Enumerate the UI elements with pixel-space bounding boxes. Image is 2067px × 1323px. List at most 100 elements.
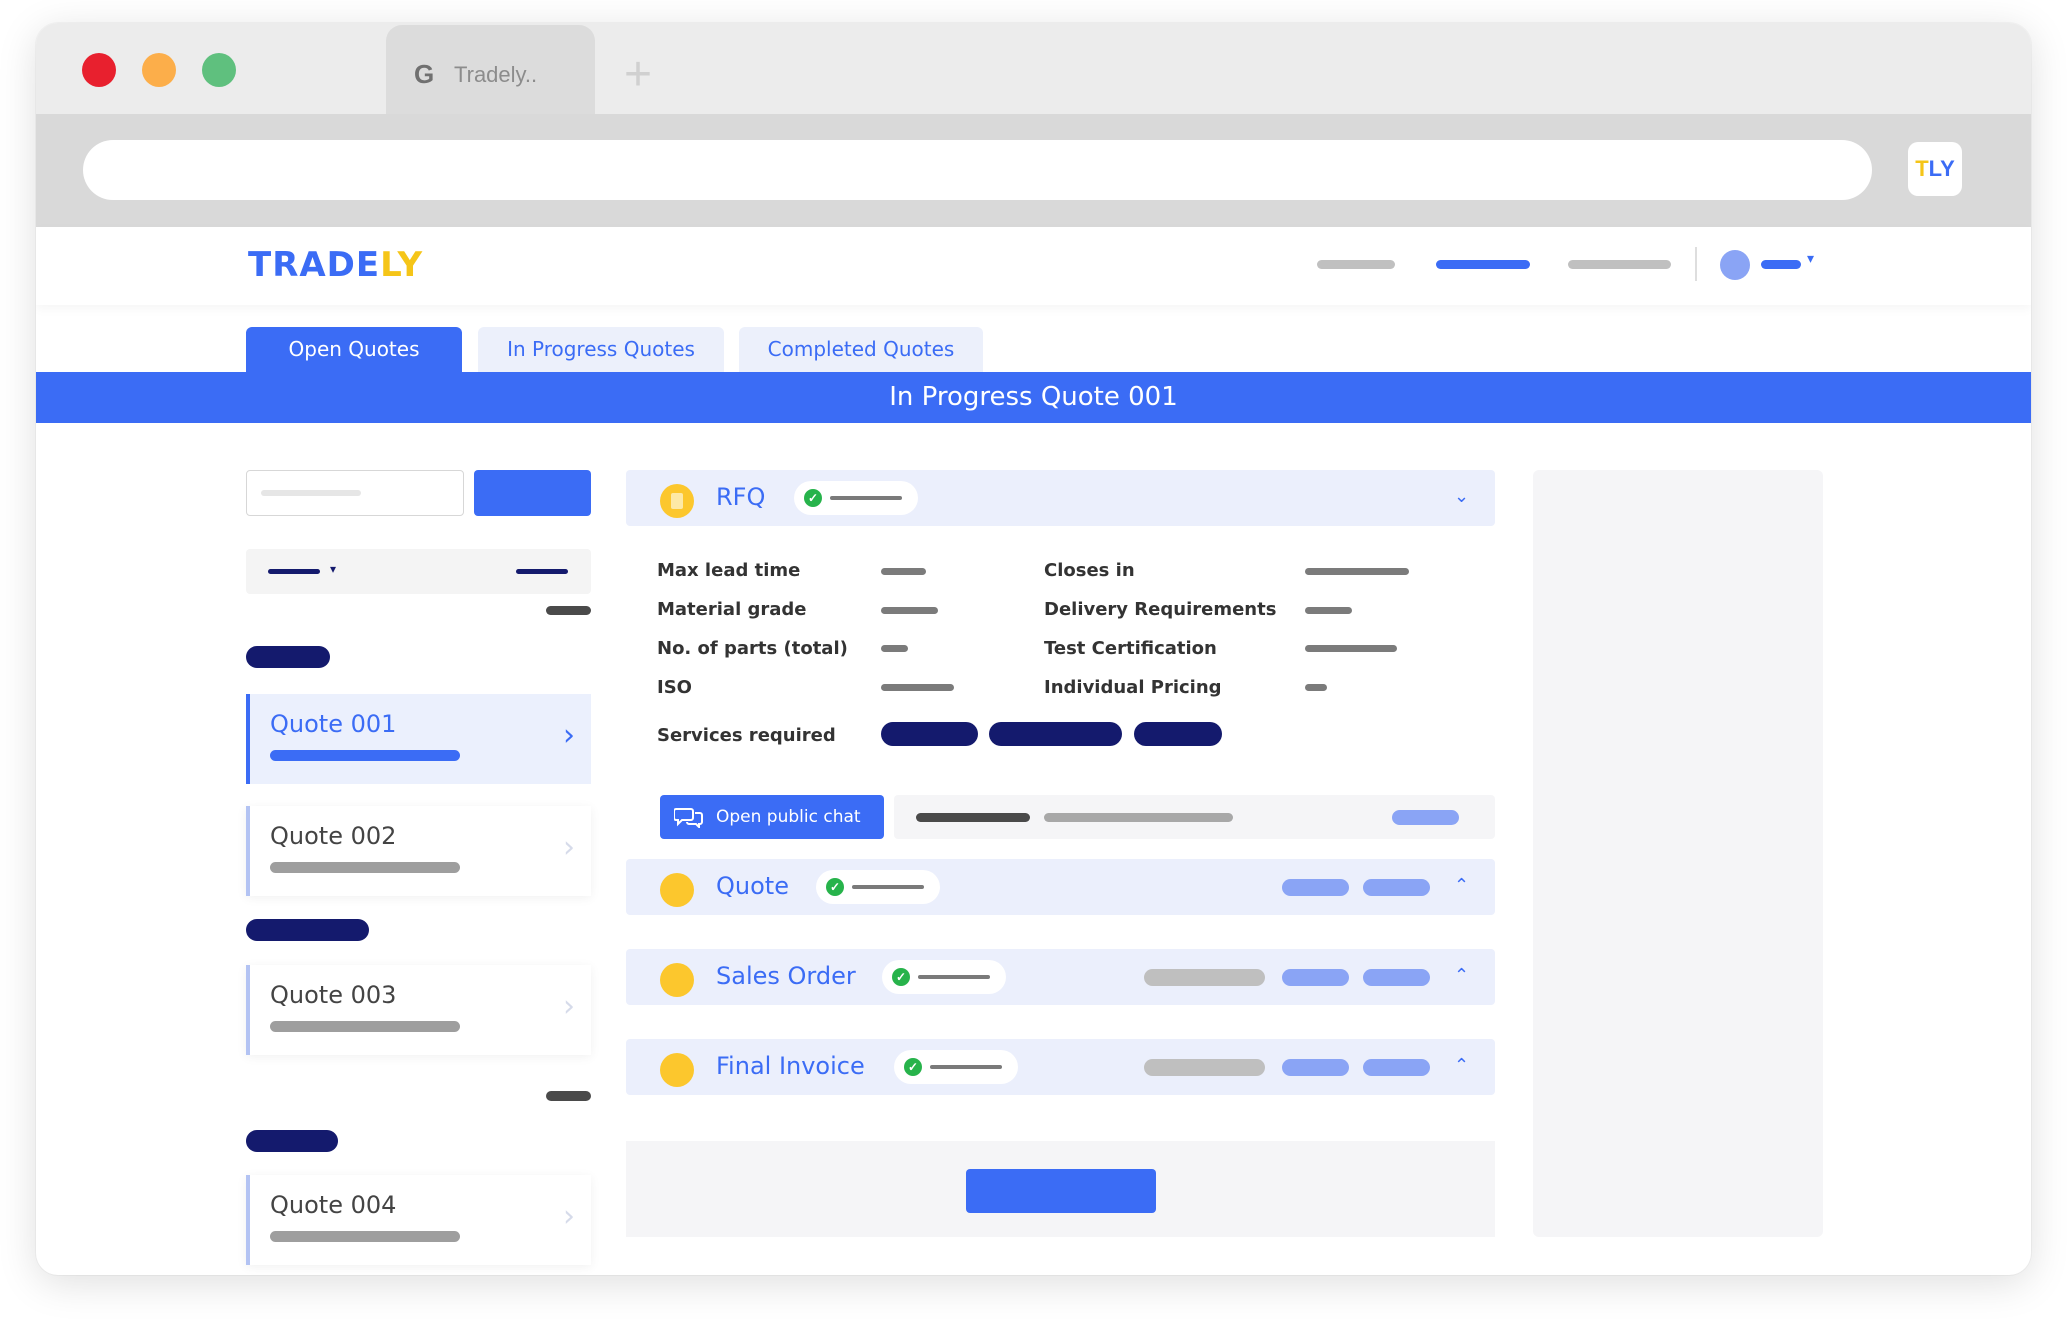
date-label bbox=[546, 1091, 591, 1101]
quote-card-004[interactable]: Quote 004 › bbox=[246, 1175, 591, 1265]
section-action[interactable] bbox=[1282, 1059, 1349, 1076]
status-dot-icon bbox=[660, 963, 694, 997]
browser-window: G Tradely.. + TLY TRADELY ▾ Open Quotes … bbox=[36, 23, 2031, 1275]
quote-card-002[interactable]: Quote 002 › bbox=[246, 806, 591, 896]
group-badge bbox=[246, 646, 330, 668]
filter-link[interactable] bbox=[516, 569, 568, 574]
service-tag bbox=[989, 722, 1122, 746]
section-title: Quote bbox=[716, 872, 789, 900]
section-action[interactable] bbox=[1144, 969, 1265, 986]
final-invoice-section-header[interactable]: Final Invoice ✓ ⌃ bbox=[626, 1039, 1495, 1095]
chat-sender bbox=[916, 813, 1030, 822]
check-icon: ✓ bbox=[826, 878, 844, 896]
quote-card-label: Quote 003 bbox=[270, 981, 397, 1009]
document-icon bbox=[660, 484, 694, 518]
quote-progress-bar bbox=[270, 862, 460, 873]
section-action[interactable] bbox=[1363, 969, 1430, 986]
detail-value bbox=[881, 568, 926, 575]
quote-card-003[interactable]: Quote 003 › bbox=[246, 965, 591, 1055]
nav-link-1[interactable] bbox=[1317, 260, 1395, 269]
status-badge: ✓ bbox=[894, 1050, 1018, 1084]
check-icon: ✓ bbox=[904, 1058, 922, 1076]
detail-value bbox=[1305, 607, 1352, 614]
browser-tab-bar: G Tradely.. + bbox=[36, 23, 2031, 114]
side-panel bbox=[1533, 470, 1823, 1237]
tab-completed-quotes[interactable]: Completed Quotes bbox=[739, 327, 983, 372]
service-tag bbox=[1134, 722, 1222, 746]
service-tag bbox=[881, 722, 978, 746]
search-placeholder bbox=[261, 490, 361, 496]
chat-message bbox=[1044, 813, 1233, 822]
rfq-section-header[interactable]: RFQ ✓ ⌄ bbox=[626, 470, 1495, 526]
section-title: RFQ bbox=[716, 483, 766, 511]
chevron-up-icon[interactable]: ⌃ bbox=[1454, 1055, 1469, 1076]
date-label bbox=[546, 606, 591, 615]
detail-label: No. of parts (total) bbox=[657, 638, 848, 659]
quote-card-label: Quote 004 bbox=[270, 1191, 397, 1219]
check-icon: ✓ bbox=[892, 968, 910, 986]
check-icon: ✓ bbox=[804, 489, 822, 507]
user-name-placeholder[interactable] bbox=[1761, 260, 1801, 269]
chevron-down-icon[interactable]: ⌄ bbox=[1454, 486, 1469, 507]
browser-tab-title: Tradely.. bbox=[454, 62, 538, 87]
maximize-window-button[interactable] bbox=[202, 53, 236, 87]
detail-label: Max lead time bbox=[657, 560, 801, 581]
nav-link-3[interactable] bbox=[1568, 260, 1671, 269]
section-action[interactable] bbox=[1144, 1059, 1265, 1076]
chevron-up-icon[interactable]: ⌃ bbox=[1454, 965, 1469, 986]
search-button[interactable] bbox=[474, 470, 591, 516]
detail-value bbox=[881, 684, 954, 691]
primary-action-button[interactable] bbox=[966, 1169, 1156, 1213]
filter-bar: ▾ bbox=[246, 549, 591, 594]
detail-value bbox=[1305, 684, 1327, 691]
minimize-window-button[interactable] bbox=[142, 53, 176, 87]
sort-dropdown[interactable] bbox=[268, 569, 320, 574]
chevron-up-icon[interactable]: ⌃ bbox=[1454, 875, 1469, 896]
detail-value bbox=[1305, 645, 1397, 652]
chat-preview[interactable] bbox=[894, 795, 1495, 839]
detail-label: Delivery Requirements bbox=[1044, 599, 1277, 620]
quote-card-label: Quote 001 bbox=[270, 710, 397, 738]
quote-progress-bar bbox=[270, 1231, 460, 1242]
chevron-right-icon: › bbox=[563, 1199, 575, 1234]
status-badge: ✓ bbox=[794, 481, 918, 515]
detail-label: Material grade bbox=[657, 599, 807, 620]
detail-label: Closes in bbox=[1044, 560, 1135, 581]
nav-link-2-active[interactable] bbox=[1436, 260, 1530, 269]
detail-label: Test Certification bbox=[1044, 638, 1217, 659]
services-label: Services required bbox=[657, 725, 836, 746]
tab-open-quotes[interactable]: Open Quotes bbox=[246, 327, 462, 372]
close-window-button[interactable] bbox=[82, 53, 116, 87]
tradely-extension-button[interactable]: TLY bbox=[1908, 142, 1962, 196]
page-title: In Progress Quote 001 bbox=[36, 372, 2031, 423]
address-bar[interactable] bbox=[83, 140, 1872, 200]
sales-order-section-header[interactable]: Sales Order ✓ ⌃ bbox=[626, 949, 1495, 1005]
section-title: Final Invoice bbox=[716, 1052, 865, 1080]
quote-progress-bar bbox=[270, 750, 460, 761]
extension-badge-t: T bbox=[1915, 156, 1929, 181]
status-dot-icon bbox=[660, 1053, 694, 1087]
quote-card-label: Quote 002 bbox=[270, 822, 397, 850]
google-favicon-icon: G bbox=[414, 59, 435, 89]
header-divider bbox=[1695, 247, 1697, 281]
section-action[interactable] bbox=[1363, 1059, 1430, 1076]
detail-value bbox=[881, 607, 938, 614]
new-tab-icon[interactable]: + bbox=[624, 51, 652, 99]
quote-section-header[interactable]: Quote ✓ ⌃ bbox=[626, 859, 1495, 915]
chevron-down-icon[interactable]: ▾ bbox=[1807, 250, 1814, 267]
tab-in-progress-quotes[interactable]: In Progress Quotes bbox=[478, 327, 724, 372]
caret-down-icon[interactable]: ▾ bbox=[330, 562, 336, 576]
section-action[interactable] bbox=[1363, 879, 1430, 896]
chat-icon bbox=[674, 808, 703, 828]
tradely-logo[interactable]: TRADELY bbox=[248, 245, 423, 285]
detail-value bbox=[1305, 568, 1409, 575]
section-action[interactable] bbox=[1282, 969, 1349, 986]
browser-tab[interactable]: G Tradely.. bbox=[386, 25, 595, 114]
section-action[interactable] bbox=[1282, 879, 1349, 896]
status-badge: ✓ bbox=[882, 960, 1006, 994]
user-avatar[interactable] bbox=[1720, 250, 1750, 280]
group-badge bbox=[246, 919, 369, 941]
logo-main-text: TRADE bbox=[248, 245, 381, 285]
section-title: Sales Order bbox=[716, 962, 856, 990]
quote-card-001[interactable]: Quote 001 › bbox=[246, 694, 591, 784]
